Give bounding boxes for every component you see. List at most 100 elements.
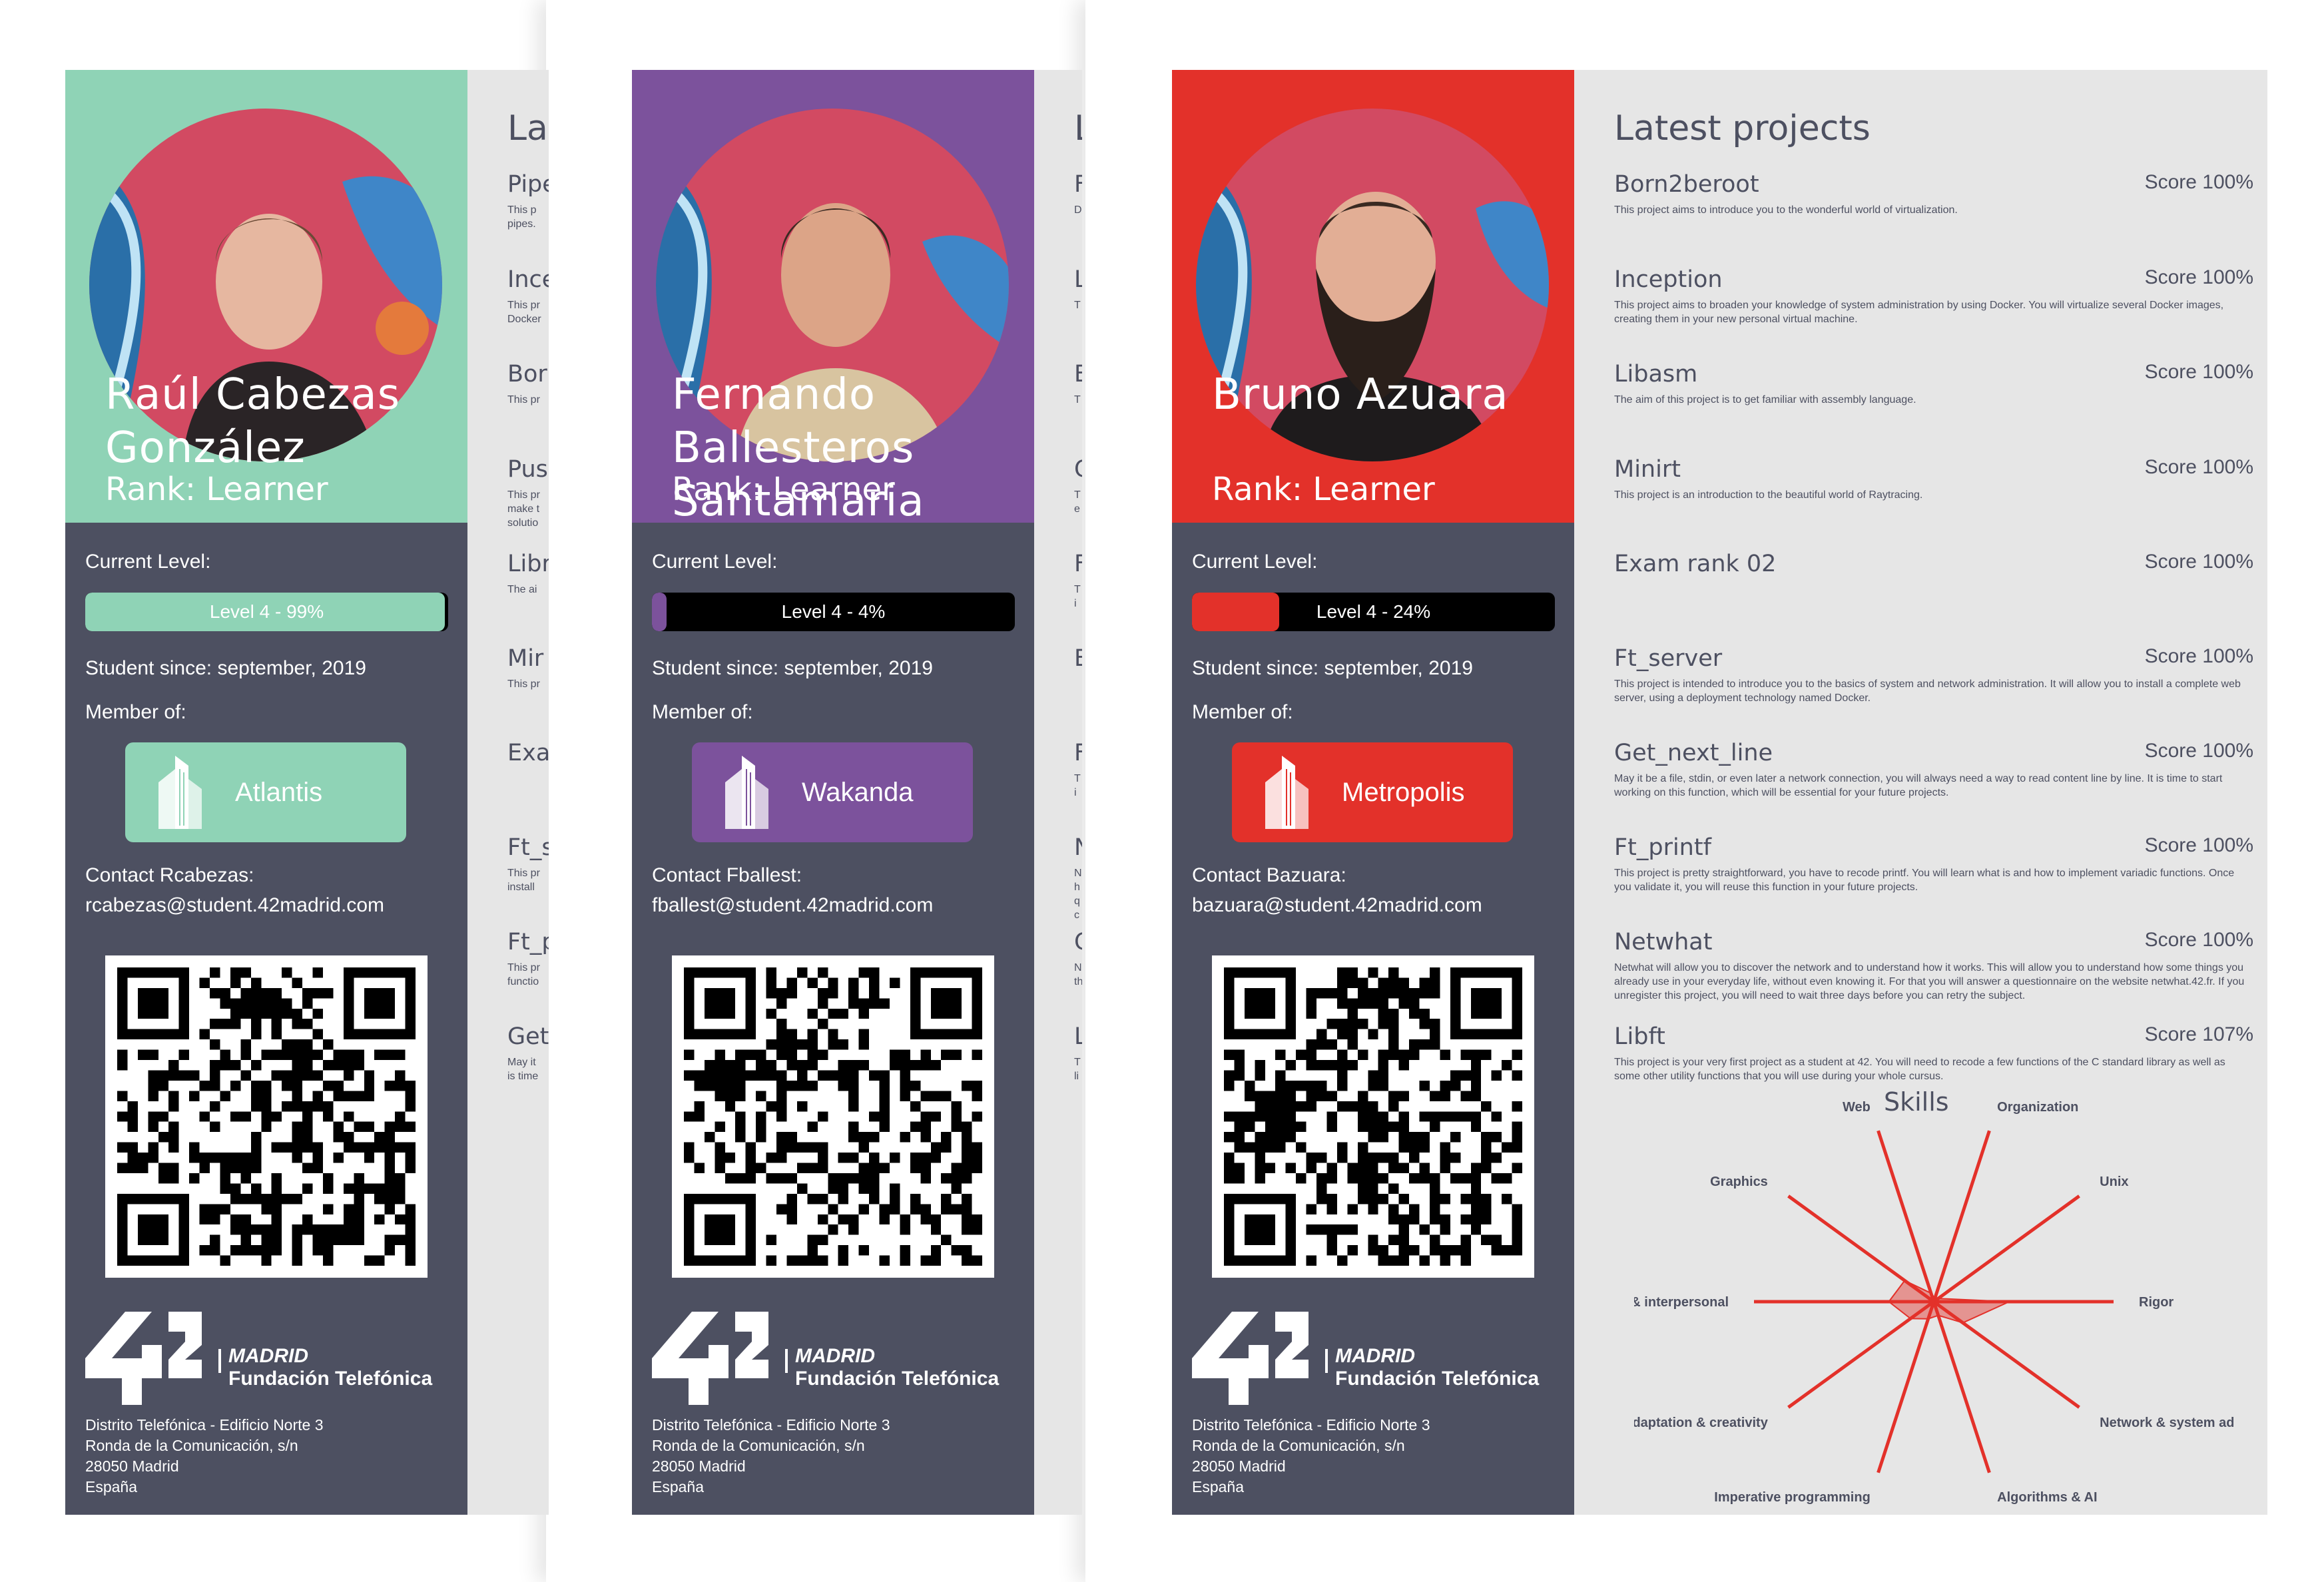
latest-projects-title: La	[507, 109, 548, 148]
project-name: Exam rank 02	[1614, 551, 1777, 577]
project-description: T e	[1074, 489, 1081, 515]
contact-email[interactable]: bazuara@student.42madrid.com	[1192, 894, 1482, 917]
project-description: The ai	[507, 584, 537, 595]
radar-axis-label: Organization	[1997, 1100, 2078, 1115]
qr-code[interactable]	[1212, 955, 1534, 1278]
project-description: N h q c	[1074, 868, 1082, 921]
address-line: España	[85, 1478, 138, 1495]
qr-code-pattern	[117, 967, 416, 1266]
project-name: L	[1074, 266, 1082, 293]
profile-header: Bruno Azuara Rank: Learner	[1172, 70, 1574, 523]
student-since: Student since: september, 2019	[1192, 657, 1473, 679]
project-name: L	[1074, 1023, 1082, 1050]
address-line: Distrito Telefónica - Edificio Norte 3	[1192, 1416, 1430, 1434]
project-description: N th	[1074, 962, 1082, 987]
qr-code-pattern	[1224, 967, 1522, 1266]
contact-email[interactable]: fballest@student.42madrid.com	[652, 894, 933, 917]
projects-panel: La PipeThis p pipes. InceThis pr Docker …	[467, 70, 549, 1515]
project-name: Netwhat	[1614, 929, 1713, 955]
project-description: This project is pretty straightforward, …	[1614, 868, 2235, 893]
skills-radar-chart: Organization Unix Rigor Network & system ad…	[1634, 1100, 2233, 1505]
project-name: Pus	[507, 456, 548, 483]
contact-label: Contact Rcabezas:	[85, 864, 254, 886]
project-score: Score 100%	[2144, 361, 2253, 383]
42-madrid-logo: MADRID Fundación Telefónica	[85, 1312, 458, 1405]
radar-axis-label: Adaptation & creativity	[1634, 1416, 1769, 1430]
student-rank: Rank: Learner	[105, 471, 328, 508]
project-description: This project aims to introduce you to th…	[1614, 204, 1958, 216]
radar-axis	[1787, 1194, 1935, 1304]
project-name: Get	[507, 1023, 549, 1050]
project-description: This pr install	[507, 868, 540, 893]
project-name: C	[1074, 456, 1082, 483]
address-line: Distrito Telefónica - Edificio Norte 3	[652, 1416, 890, 1434]
contact-label: Contact Fballest:	[652, 864, 802, 886]
contact-email[interactable]: rcabezas@student.42madrid.com	[85, 894, 384, 917]
logo-line-2: Fundación Telefónica	[228, 1368, 433, 1390]
project-name: F	[1074, 740, 1082, 766]
campus-address: Distrito Telefónica - Edificio Norte 3 R…	[652, 1415, 890, 1497]
logo-line-2: Fundación Telefónica	[1335, 1368, 1540, 1390]
project-name: Exa	[507, 740, 549, 766]
projects-panel: Latest projects Born2beroot Score 100% Thi…	[1574, 70, 2267, 1515]
radar-axis	[1932, 1130, 1991, 1302]
project-name: F	[1074, 171, 1082, 198]
project-score: Score 100%	[2144, 456, 2253, 478]
project-name: C	[1074, 929, 1082, 955]
project-name: Ft_s	[507, 834, 549, 861]
address-line: Ronda de la Comunicación, s/n	[652, 1437, 865, 1454]
radar-axis-label: Rigor	[2139, 1295, 2174, 1310]
logo-line-1: MADRID	[795, 1345, 875, 1367]
radar-axis	[1932, 1194, 2080, 1304]
latest-projects-title: L	[1074, 109, 1082, 148]
project-description: This project is an introduction to the b…	[1614, 489, 1923, 501]
student-name-line: Bruno Azuara	[1212, 370, 1509, 419]
coalition-badge[interactable]: Wakanda	[692, 742, 973, 842]
project-description: Netwhat will allow you to discover the n…	[1614, 962, 2245, 1001]
project-description: This pr	[507, 394, 540, 405]
radar-axis-label: Unix	[2100, 1175, 2128, 1189]
project-name: Get_next_line	[1614, 740, 1773, 766]
building-icon	[158, 756, 202, 829]
project-description: T	[1074, 394, 1081, 405]
logo-line-1: MADRID	[228, 1345, 308, 1367]
project-description: This pr functio	[507, 962, 540, 987]
radar-axis	[1877, 1130, 1936, 1302]
qr-code[interactable]	[672, 955, 994, 1278]
project-name: Minirt	[1614, 456, 1681, 483]
coalition-badge[interactable]: Metropolis	[1232, 742, 1513, 842]
current-level-label: Current Level:	[85, 551, 211, 573]
coalition-name: Metropolis	[1342, 778, 1465, 807]
address-line: Distrito Telefónica - Edificio Norte 3	[85, 1416, 324, 1434]
student-rank: Rank: Learner	[672, 471, 895, 508]
radar-axis-label: Graphics	[1710, 1175, 1768, 1189]
card-sidebar: Bruno Azuara Rank: Learner Current Level…	[1172, 70, 1574, 1515]
radar-axis-label: Algorithms & AI	[1997, 1490, 2097, 1505]
logo-line-2: Fundación Telefónica	[795, 1368, 1000, 1390]
level-progress-text: Level 4 - 24%	[1316, 601, 1431, 622]
coalition-badge[interactable]: Atlantis	[125, 742, 406, 842]
project-description: May it be a file, stdin, or even later a…	[1614, 773, 2223, 798]
42-madrid-logo: MADRID Fundación Telefónica	[1192, 1312, 1565, 1405]
project-description: This p pipes.	[507, 204, 537, 230]
project-description: This project aims to broaden your knowle…	[1614, 300, 2224, 325]
coalition-name: Wakanda	[802, 778, 914, 807]
radar-axis-label: Web	[1843, 1100, 1871, 1115]
project-description: May it is time	[507, 1057, 539, 1082]
address-line: España	[1192, 1478, 1245, 1495]
student-name-line: González	[105, 423, 306, 473]
42-madrid-logo: MADRID Fundación Telefónica	[652, 1312, 1025, 1405]
radar-axis-label: Imperative programming	[1714, 1490, 1871, 1505]
project-name: Ft_p	[507, 929, 549, 955]
project-name: E	[1074, 645, 1082, 672]
project-score: Score 100%	[2144, 929, 2253, 951]
student-name: Raúl Cabezas González	[105, 368, 465, 475]
project-name: Ince	[507, 266, 549, 293]
project-description: The aim of this project is to get famili…	[1614, 394, 1916, 405]
student-card-rcabezas: Raúl Cabezas González Rank: Learner Curr…	[65, 70, 549, 1515]
radar-axis	[1932, 1301, 1991, 1473]
qr-code[interactable]	[105, 955, 428, 1278]
project-name: E	[1074, 361, 1082, 388]
project-score: Score 100%	[2144, 740, 2253, 762]
student-name-line: Raúl Cabezas	[105, 370, 401, 419]
